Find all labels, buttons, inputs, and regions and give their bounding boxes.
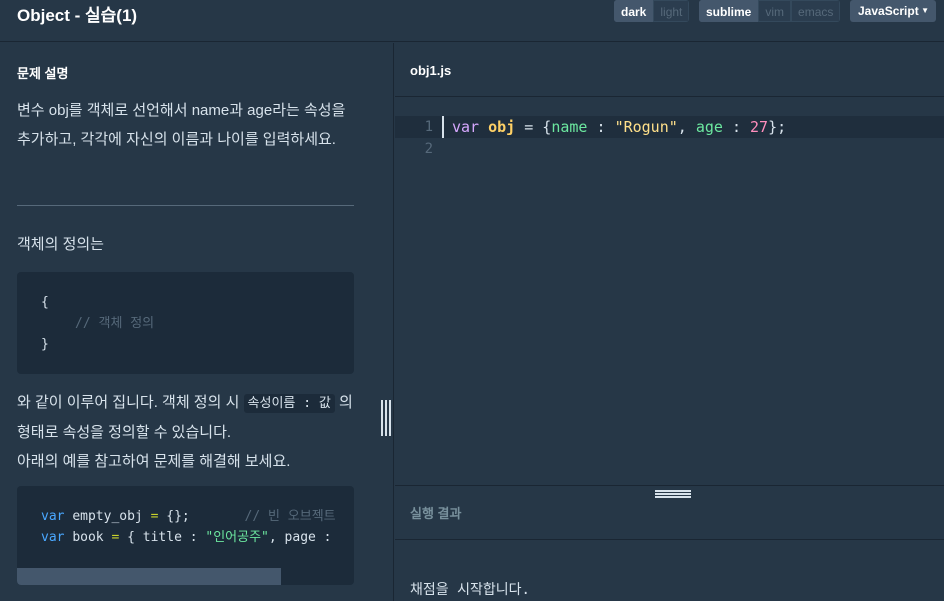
language-select[interactable]: JavaScript ▼	[850, 0, 936, 22]
code-line: {	[41, 295, 49, 310]
panel-splitter[interactable]	[372, 43, 394, 601]
language-label: JavaScript	[858, 4, 919, 18]
code-identifier: empty_obj	[72, 509, 143, 524]
code-property: name	[551, 118, 588, 136]
code-punctuation: ,	[677, 118, 696, 136]
code-punctuation: :	[722, 118, 751, 136]
code-punctuation: = {	[515, 118, 552, 136]
code-operator: =	[111, 530, 120, 545]
code-property: age	[695, 118, 723, 136]
page-title: Object - 실습(1)	[17, 6, 138, 25]
vertical-drag-handle-icon[interactable]	[381, 400, 391, 436]
problem-heading: 문제 설명	[17, 66, 69, 81]
file-tab[interactable]: obj1.js	[410, 63, 451, 78]
keymap-emacs-button[interactable]: emacs	[791, 0, 841, 22]
example-code[interactable]: var empty_obj = {}; // 빈 오브젝트 var book =…	[17, 486, 354, 585]
code-keyword: var	[452, 118, 480, 136]
code-comment: // 객체 정의	[75, 316, 155, 331]
editor-line[interactable]: 2	[395, 138, 944, 160]
line-number: 2	[424, 141, 433, 157]
code-value: { title :	[127, 530, 198, 545]
object-definition-code: { // 객체 정의 }	[17, 272, 354, 374]
inline-code: 속성이름 : 값	[243, 394, 335, 413]
editor-line[interactable]: 1 var obj = {name : "Rogun", age : 27};	[395, 116, 944, 138]
theme-light-button[interactable]: light	[653, 0, 690, 22]
definition-intro: 객체의 정의는	[17, 236, 104, 253]
explanation-text: 아래의 예를 참고하여 문제를 해결해 보세요.	[17, 453, 291, 470]
problem-description: 변수 obj를 객체로 선언해서 name과 age라는 속성을 추가하고, 각…	[17, 102, 346, 148]
code-punctuation: };	[768, 118, 787, 136]
line-number: 1	[424, 119, 433, 135]
code-operator: =	[150, 509, 159, 524]
result-output: 채점을 시작합니다.	[410, 582, 530, 598]
code-editor[interactable]: 1 var obj = {name : "Rogun", age : 27}; …	[395, 97, 944, 485]
keymap-vim-button[interactable]: vim	[758, 0, 792, 22]
code-line: }	[41, 337, 49, 352]
problem-panel: 문제 설명 변수 obj를 객체로 선언해서 name과 age라는 속성을 추…	[0, 43, 372, 601]
code-keyword: var	[41, 509, 65, 524]
horizontal-scrollbar[interactable]	[17, 568, 281, 585]
explanation-text: 와 같이 이루어 집니다. 객체 정의 시	[17, 394, 240, 411]
editor-header: obj1.js	[395, 43, 944, 97]
code-identifier: book	[72, 530, 104, 545]
code-value: {};	[166, 509, 190, 524]
theme-dark-button[interactable]: dark	[614, 0, 654, 22]
divider	[17, 205, 354, 206]
keymap-sublime-button[interactable]: sublime	[699, 0, 759, 22]
keymap-toggle: sublime vim emacs	[699, 0, 841, 22]
code-value: , page :	[268, 530, 332, 545]
definition-explanation: 와 같이 이루어 집니다. 객체 정의 시 속성이름 : 값 의 형태로 속성을…	[17, 388, 357, 476]
top-bar: Object - 실습(1) dark light sublime vim em…	[0, 0, 944, 42]
result-header: 실행 결과	[395, 486, 944, 540]
code-identifier: obj	[488, 118, 516, 136]
caret-down-icon: ▼	[921, 6, 929, 15]
result-title: 실행 결과	[410, 506, 462, 521]
code-string: "Rogun"	[614, 118, 678, 136]
code-punctuation: :	[587, 118, 615, 136]
code-comment: // 빈 오브젝트	[244, 509, 336, 524]
theme-toggle: dark light	[614, 0, 690, 22]
line-code: var obj = {name : "Rogun", age : 27};	[452, 116, 786, 138]
code-string: "인어공주"	[205, 530, 269, 545]
code-number: 27	[750, 118, 769, 136]
code-keyword: var	[41, 530, 65, 545]
